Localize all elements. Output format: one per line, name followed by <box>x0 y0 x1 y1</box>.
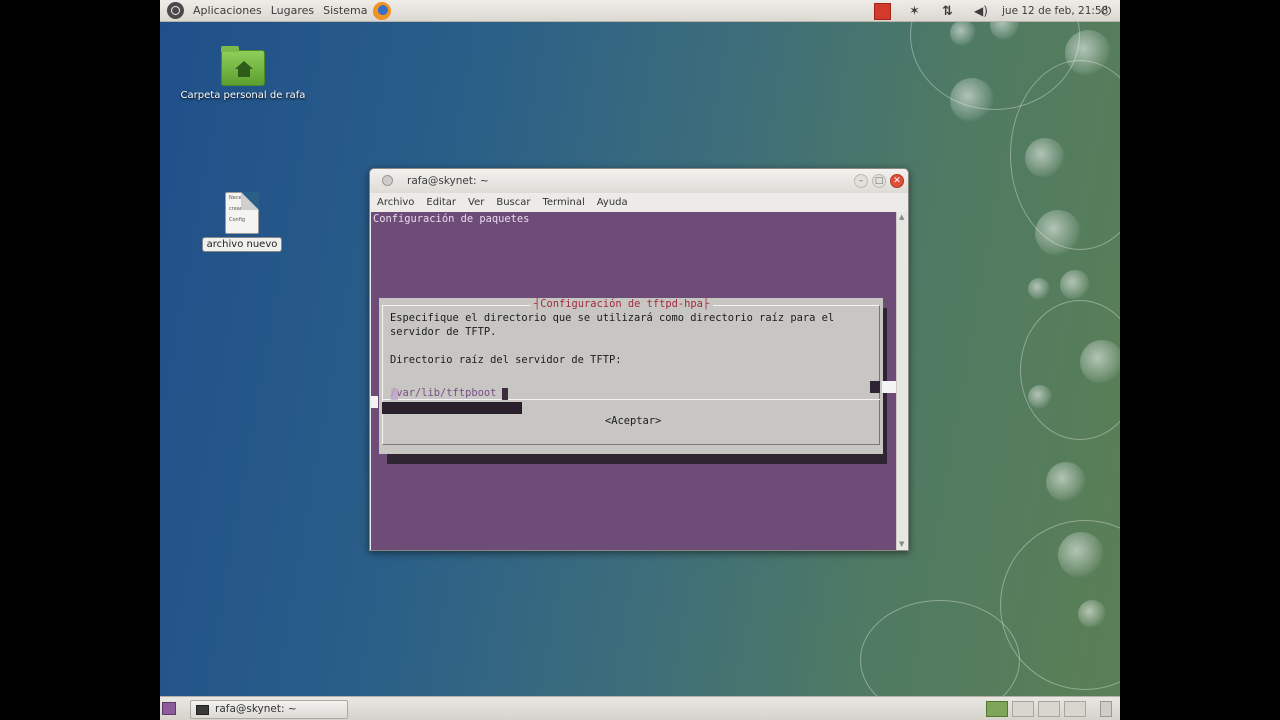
file-preview-line: crear a <box>229 206 247 212</box>
menu-lugares[interactable]: Lugares <box>271 0 314 22</box>
terminal-titlebar[interactable]: rafa@skynet: ~ – □ ✕ <box>370 169 908 193</box>
firefox-icon[interactable] <box>373 1 392 20</box>
menu-archivo[interactable]: Archivo <box>377 197 414 208</box>
menu-aplicaciones[interactable]: Aplicaciones <box>193 0 262 22</box>
dialog-title: ┤Configuración de tftpd-hpa├ <box>530 298 714 310</box>
ubuntu-logo-icon[interactable] <box>167 2 184 19</box>
file-label: archivo nuevo <box>201 237 283 252</box>
aceptar-button[interactable]: <Aceptar> <box>605 415 661 427</box>
volume-icon[interactable]: ◀) <box>974 0 988 22</box>
workspace-3[interactable] <box>1038 701 1060 717</box>
wallpaper-swirl <box>1020 300 1120 440</box>
wallpaper-bubble <box>1028 278 1050 300</box>
home-folder-desktop-icon[interactable]: Carpeta personal de rafa <box>178 46 308 101</box>
menu-ayuda[interactable]: Ayuda <box>597 197 628 208</box>
dialog-text-line: Especifique el directorio que se utiliza… <box>390 312 835 324</box>
menu-ver[interactable]: Ver <box>468 197 484 208</box>
trash-icon[interactable] <box>1100 701 1112 717</box>
terminal-window[interactable]: rafa@skynet: ~ – □ ✕ Archivo Editar Ver … <box>369 168 909 551</box>
red-app-icon[interactable] <box>874 2 891 20</box>
menu-sistema[interactable]: Sistema <box>323 0 367 22</box>
bluetooth-icon[interactable]: ✶ <box>909 0 920 22</box>
home-folder-label: Carpeta personal de rafa <box>180 90 306 101</box>
dialog-separator <box>382 399 880 400</box>
maximize-icon[interactable]: □ <box>872 174 886 188</box>
terminal-menubar: Archivo Editar Ver Buscar Terminal Ayuda <box>370 193 908 211</box>
close-icon[interactable]: ✕ <box>890 174 904 188</box>
bottom-panel: rafa@skynet: ~ <box>160 696 1120 720</box>
scroll-down-icon[interactable]: ▼ <box>899 541 906 548</box>
input-shadow <box>382 402 522 414</box>
taskbar-terminal-button[interactable]: rafa@skynet: ~ <box>190 700 348 719</box>
wallpaper-bubble <box>1046 462 1086 502</box>
home-folder-icon <box>221 46 265 86</box>
wallpaper-bubble <box>1060 270 1090 300</box>
desktop-screen: Aplicaciones Lugares Sistema ✶ ⇅ ◀) jue … <box>160 0 1120 720</box>
workspace-2[interactable] <box>1012 701 1034 717</box>
dialog-text-line: servidor de TFTP. <box>390 326 497 338</box>
workspace-1[interactable] <box>986 701 1008 717</box>
terminal-task-icon <box>196 705 209 715</box>
dialog-edge-white <box>882 381 896 393</box>
tftp-root-input[interactable]: /var/lib/tftpboot <box>390 387 496 399</box>
file-preview-line: Necesito <box>229 195 251 201</box>
file-desktop-icon[interactable]: Necesito crear a Config archivo nuevo <box>200 192 284 252</box>
terminal-header-line: Configuración de paquetes <box>373 213 530 225</box>
terminal-app-icon <box>382 175 393 186</box>
workspace-4[interactable] <box>1064 701 1086 717</box>
menu-editar[interactable]: Editar <box>426 197 456 208</box>
scroll-up-icon[interactable]: ▲ <box>899 214 906 221</box>
tray-red-app[interactable] <box>874 0 891 22</box>
dialog-edge-right <box>870 381 880 393</box>
network-icon[interactable]: ⇅ <box>942 0 953 22</box>
text-cursor <box>391 388 398 400</box>
top-panel: Aplicaciones Lugares Sistema ✶ ⇅ ◀) jue … <box>160 0 1120 22</box>
power-icon[interactable]: ⏻ <box>1101 0 1111 22</box>
input-end-marker <box>502 388 508 400</box>
dialog-prompt: Directorio raíz del servidor de TFTP: <box>390 354 622 366</box>
clock[interactable]: jue 12 de feb, 21:58 <box>1002 0 1108 22</box>
dialog-edge-left <box>371 396 378 408</box>
taskbar-terminal-label: rafa@skynet: ~ <box>215 703 297 715</box>
file-preview-line: Config <box>229 217 246 223</box>
terminal-scrollbar[interactable]: ▲ ▼ <box>896 212 907 550</box>
terminal-body[interactable]: Configuración de paquetes ┤Configuración… <box>371 212 897 550</box>
minimize-icon[interactable]: – <box>854 174 868 188</box>
text-file-icon: Necesito crear a Config <box>225 192 259 234</box>
debconf-dialog: ┤Configuración de tftpd-hpa├ Especifique… <box>371 298 896 454</box>
menu-buscar[interactable]: Buscar <box>496 197 530 208</box>
terminal-title: rafa@skynet: ~ <box>407 175 489 187</box>
menu-terminal[interactable]: Terminal <box>542 197 584 208</box>
show-desktop-icon[interactable] <box>162 702 176 715</box>
